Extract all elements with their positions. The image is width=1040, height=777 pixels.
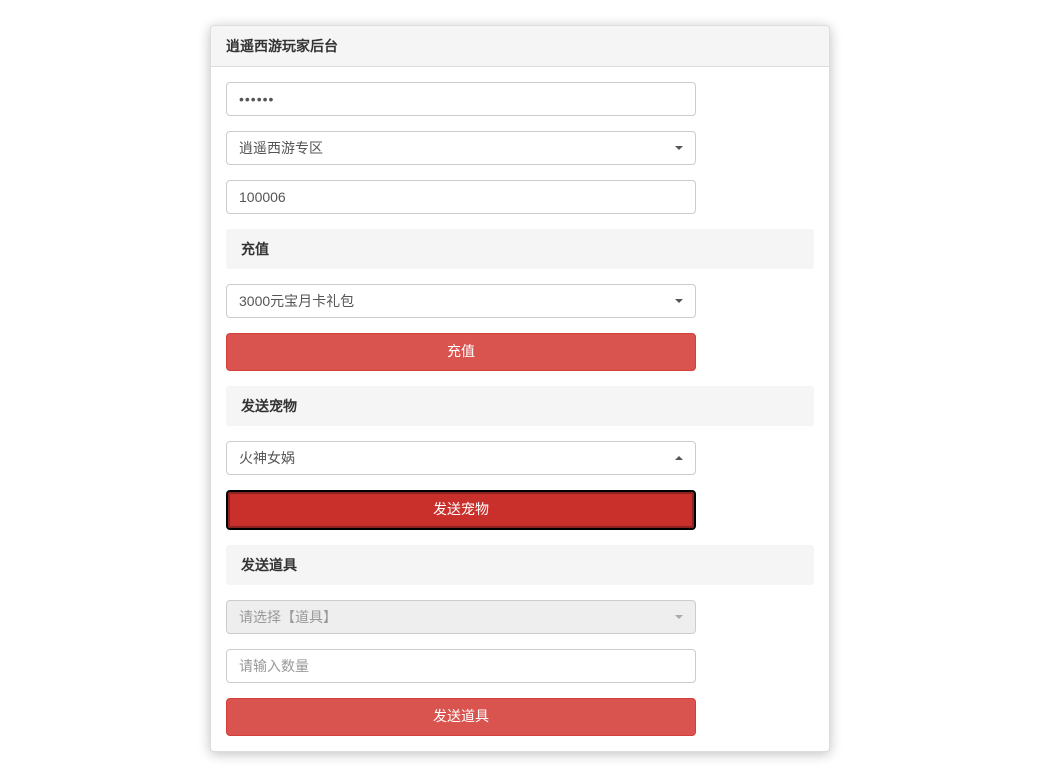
item-select[interactable]: 请选择【道具】 (226, 600, 696, 634)
quantity-input[interactable] (226, 649, 696, 683)
recharge-package-value: 3000元宝月卡礼包 (239, 291, 354, 311)
recharge-section-header: 充值 (226, 229, 814, 269)
panel-body: 逍遥西游专区 充值 3000元宝月卡礼包 充值 发送宠物 火神女娲 (211, 67, 829, 751)
caret-up-icon (675, 456, 683, 460)
recharge-button[interactable]: 充值 (226, 333, 696, 371)
pet-select-group: 火神女娲 (226, 441, 814, 475)
zone-select-group: 逍遥西游专区 (226, 131, 814, 165)
panel-title: 逍遥西游玩家后台 (211, 26, 829, 67)
pet-select[interactable]: 火神女娲 (226, 441, 696, 475)
item-select-placeholder: 请选择【道具】 (239, 607, 337, 627)
password-input[interactable] (226, 82, 696, 116)
zone-select[interactable]: 逍遥西游专区 (226, 131, 696, 165)
recharge-select-group: 3000元宝月卡礼包 (226, 284, 814, 318)
caret-down-icon (675, 615, 683, 619)
send-item-button[interactable]: 发送道具 (226, 698, 696, 736)
id-group (226, 180, 814, 214)
password-group (226, 82, 814, 116)
send-pet-section-header: 发送宠物 (226, 386, 814, 426)
zone-select-value: 逍遥西游专区 (239, 138, 323, 158)
pet-select-value: 火神女娲 (239, 448, 295, 468)
send-item-section-header: 发送道具 (226, 545, 814, 585)
main-panel: 逍遥西游玩家后台 逍遥西游专区 充值 3000元宝月卡礼包 (210, 25, 830, 752)
quantity-group (226, 649, 814, 683)
caret-down-icon (675, 146, 683, 150)
recharge-package-select[interactable]: 3000元宝月卡礼包 (226, 284, 696, 318)
caret-down-icon (675, 299, 683, 303)
send-pet-button[interactable]: 发送宠物 (226, 490, 696, 530)
item-select-group: 请选择【道具】 (226, 600, 814, 634)
id-input[interactable] (226, 180, 696, 214)
